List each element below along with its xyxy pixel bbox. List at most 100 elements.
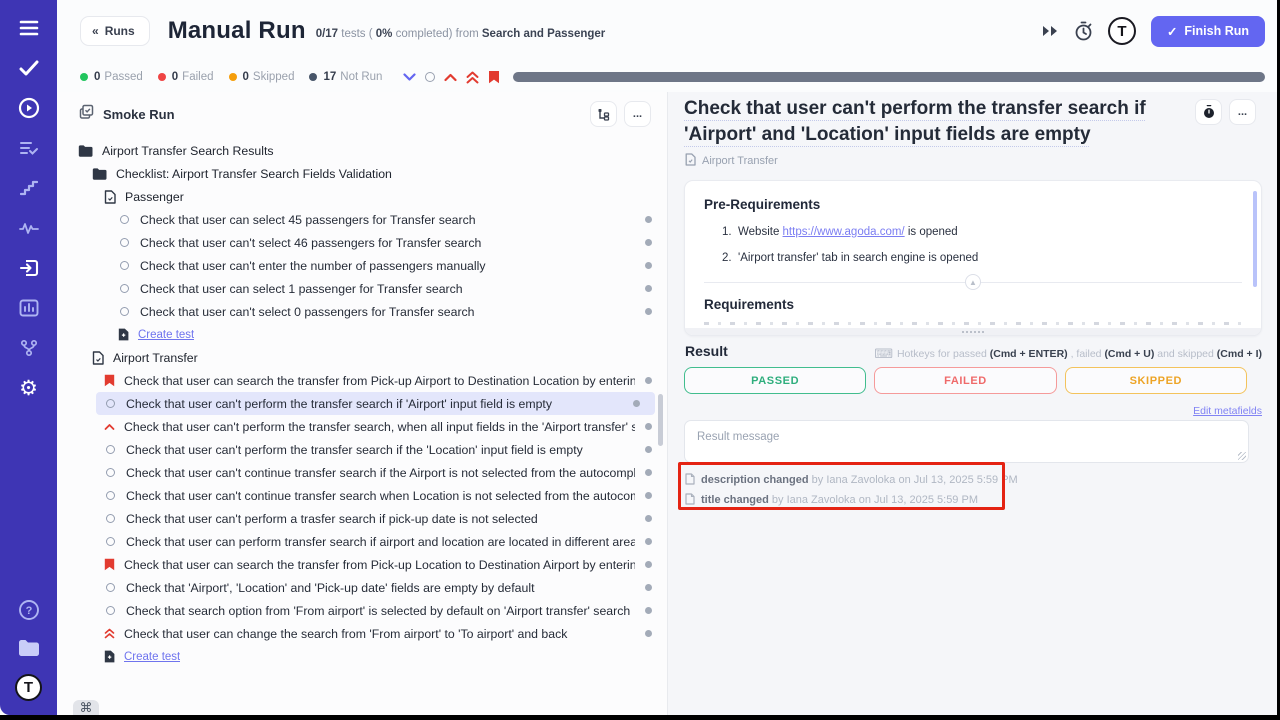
not-run-icon <box>104 537 117 546</box>
run-progress-bar <box>513 72 1265 82</box>
test-row[interactable]: Check that user can't continue transfer … <box>57 461 667 484</box>
detail-more-button[interactable]: ... <box>1229 99 1256 125</box>
bar-chart-icon[interactable] <box>17 296 41 320</box>
test-row[interactable]: Check that user can select 45 passengers… <box>57 208 667 231</box>
failed-button[interactable]: FAILED <box>874 367 1056 394</box>
status-dot <box>645 469 652 476</box>
status-dot <box>645 515 652 522</box>
document-plus-icon <box>104 650 115 663</box>
change-doc-icon <box>685 493 695 508</box>
result-message-input[interactable] <box>684 420 1249 463</box>
bookmark-icon <box>104 558 115 571</box>
box-arrow-icon[interactable] <box>17 256 41 280</box>
test-row[interactable]: Check that user can search the transfer … <box>57 369 667 392</box>
clipped-text-line <box>704 322 1242 325</box>
agoda-link[interactable]: https://www.agoda.com/ <box>783 226 905 238</box>
not-run-icon <box>104 399 117 408</box>
create-test-link[interactable]: Create test <box>57 645 667 668</box>
branch-icon[interactable] <box>17 336 41 360</box>
status-dot <box>645 538 652 545</box>
chevron-down-icon[interactable] <box>403 73 416 82</box>
play-circle-icon[interactable] <box>17 96 41 120</box>
outcome-buttons: PASSED FAILED SKIPPED <box>684 367 1247 394</box>
case-group[interactable]: Airport Transfer <box>57 346 667 369</box>
suite-folder[interactable]: Checklist: Airport Transfer Search Field… <box>57 162 667 185</box>
resize-handle[interactable] <box>685 328 1261 335</box>
page-title: Manual Run <box>168 17 306 45</box>
help-icon[interactable]: ? <box>17 598 41 622</box>
pre-requirement-item: 2. 'Airport transfer' tab in search engi… <box>722 252 1261 264</box>
run-name: Smoke Run <box>103 107 175 122</box>
test-row-selected[interactable]: Check that user can't perform the transf… <box>96 392 655 415</box>
bookmark-icon[interactable] <box>488 70 500 84</box>
steps-icon[interactable] <box>17 176 41 200</box>
test-row[interactable]: Check that user can't select 0 passenger… <box>57 300 667 323</box>
workspace-avatar[interactable]: T <box>15 674 42 701</box>
passed-button[interactable]: PASSED <box>684 367 866 394</box>
status-dot <box>645 377 652 384</box>
test-row[interactable]: Check that user can't continue transfer … <box>57 484 667 507</box>
check-icon: ✓ <box>1167 24 1177 39</box>
back-to-runs-button[interactable]: « Runs <box>80 16 150 46</box>
tree-more-button[interactable]: ... <box>624 101 651 127</box>
check-icon[interactable] <box>17 56 41 80</box>
caret-up-icon[interactable] <box>444 73 457 82</box>
status-dot <box>645 630 652 637</box>
activity-log: description changed by Iana Zavoloka on … <box>685 470 1018 510</box>
list-check-icon[interactable] <box>17 136 41 160</box>
test-tree: Airport Transfer Search Results Checklis… <box>57 136 667 668</box>
test-row[interactable]: Check that 'Airport', 'Location' and 'Pi… <box>57 576 667 599</box>
failed-dot <box>158 73 166 81</box>
fast-forward-icon[interactable] <box>1041 25 1059 37</box>
test-row[interactable]: Check that user can't select 46 passenge… <box>57 231 667 254</box>
document-plus-icon <box>118 328 129 341</box>
card-scrollbar[interactable] <box>1253 191 1257 287</box>
finish-run-button[interactable]: ✓ Finish Run <box>1151 16 1265 47</box>
test-row[interactable]: Check that user can't perform the transf… <box>57 438 667 461</box>
status-dot <box>645 561 652 568</box>
command-key-badge[interactable]: ⌘ <box>73 700 99 715</box>
test-row[interactable]: Check that search option from 'From airp… <box>57 599 667 622</box>
double-caret-up-icon[interactable] <box>466 71 479 84</box>
suite-folder[interactable]: Airport Transfer Search Results <box>57 139 667 162</box>
test-title[interactable]: Check that user can't perform the transf… <box>684 96 1208 148</box>
test-row[interactable]: Check that user can search the transfer … <box>57 553 667 576</box>
result-heading: Result <box>685 343 728 359</box>
skipped-button[interactable]: SKIPPED <box>1065 367 1247 394</box>
status-dot <box>645 262 652 269</box>
test-row[interactable]: Check that user can't perform a trasfer … <box>57 507 667 530</box>
circle-filter-icon[interactable] <box>425 72 435 82</box>
pre-requirements-heading: Pre-Requirements <box>704 197 1261 212</box>
status-dot <box>645 492 652 499</box>
caret-up-icon <box>104 423 115 431</box>
collapse-toggle[interactable]: ▲ <box>965 274 981 290</box>
user-avatar[interactable]: T <box>1108 17 1136 45</box>
edit-metafields-link[interactable]: Edit metafields <box>1193 405 1262 417</box>
gear-icon[interactable]: ⚙ <box>17 376 41 400</box>
finish-run-label: Finish Run <box>1184 24 1249 38</box>
menu-icon[interactable] <box>17 16 41 40</box>
timer-icon[interactable] <box>1074 21 1093 41</box>
folder-icon[interactable] <box>17 636 41 660</box>
pre-requirement-item: 1. Website https://www.agoda.com/ is ope… <box>722 226 1261 238</box>
test-row[interactable]: Check that user can select 1 passenger f… <box>57 277 667 300</box>
create-test-link[interactable]: Create test <box>57 323 667 346</box>
tree-view-button[interactable] <box>590 101 617 127</box>
change-doc-icon <box>685 473 695 488</box>
activity-entry: description changed by Iana Zavoloka on … <box>685 470 1018 490</box>
runs-button-label: Runs <box>105 24 135 38</box>
not-run-icon <box>104 514 117 523</box>
double-chevron-left-icon: « <box>92 24 99 38</box>
case-group[interactable]: Passenger <box>57 185 667 208</box>
test-row[interactable]: Check that user can't perform the transf… <box>57 415 667 438</box>
test-row[interactable]: Check that user can perform transfer sea… <box>57 530 667 553</box>
stopwatch-button[interactable] <box>1195 99 1222 125</box>
tree-scrollbar[interactable] <box>658 394 663 446</box>
not-run-icon <box>104 583 117 592</box>
bookmark-icon <box>104 374 115 387</box>
test-row[interactable]: Check that user can't enter the number o… <box>57 254 667 277</box>
keyboard-icon: ⌨ <box>874 346 893 362</box>
test-row[interactable]: Check that user can change the search fr… <box>57 622 667 645</box>
pulse-icon[interactable] <box>17 216 41 240</box>
sidebar: ⚙ ? T <box>0 0 57 715</box>
